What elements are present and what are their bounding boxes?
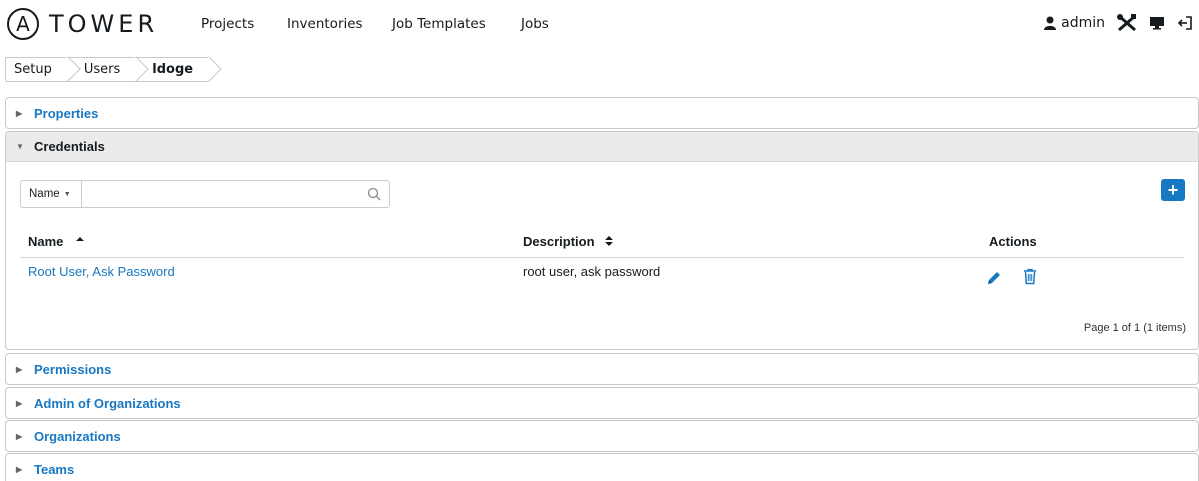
credentials-header[interactable]: ▼ Credentials	[6, 132, 1198, 162]
breadcrumb: Setup Users ldoge	[5, 57, 210, 82]
organizations-header[interactable]: ▶ Organizations	[6, 421, 1198, 451]
section-title: Teams	[34, 461, 75, 477]
logo-text: TOWER	[49, 10, 159, 38]
section-permissions: ▶ Permissions	[5, 353, 1199, 385]
properties-header[interactable]: ▶ Properties	[6, 98, 1198, 128]
search-input[interactable]	[82, 181, 389, 207]
section-teams: ▶ Teams	[5, 453, 1199, 481]
column-description-label: Description	[523, 234, 595, 249]
person-icon	[1044, 16, 1057, 30]
column-actions-label: Actions	[989, 234, 1037, 249]
credential-search: Name ▼	[20, 180, 390, 208]
edit-pencil-icon[interactable]	[986, 270, 1002, 286]
sort-icon	[605, 236, 614, 246]
logo-mark-icon: A	[7, 8, 39, 40]
section-title: Permissions	[34, 361, 112, 377]
breadcrumb-setup[interactable]: Setup	[5, 57, 68, 82]
search-input-wrap	[82, 180, 390, 208]
search-field-label: Name	[29, 188, 60, 200]
sort-ascending-icon	[76, 237, 85, 241]
nav-inventories[interactable]: Inventories	[287, 16, 363, 32]
breadcrumb-label: Setup	[14, 62, 52, 77]
caret-right-icon: ▶	[16, 108, 23, 118]
search-icon[interactable]	[367, 187, 381, 201]
nav-jobs[interactable]: Jobs	[521, 16, 549, 32]
user-menu[interactable]: admin	[1044, 15, 1105, 31]
caret-right-icon: ▶	[16, 364, 23, 374]
top-navbar: A TOWER Projects Inventories Job Templat…	[0, 0, 1199, 50]
section-title: Organizations	[34, 428, 121, 444]
chevron-down-icon: ▼	[63, 190, 71, 198]
nav-job-templates[interactable]: Job Templates	[392, 16, 486, 32]
permissions-header[interactable]: ▶ Permissions	[6, 354, 1198, 384]
credential-description: root user, ask password	[523, 264, 661, 279]
tools-icon[interactable]	[1117, 14, 1137, 32]
trash-icon[interactable]	[1023, 268, 1037, 285]
breadcrumb-label: Users	[83, 62, 121, 77]
column-name-label: Name	[28, 234, 64, 249]
section-credentials: ▼ Credentials Name ▼ + Name Description …	[5, 131, 1199, 350]
teams-header[interactable]: ▶ Teams	[6, 454, 1198, 481]
section-title: Admin of Organizations	[34, 395, 181, 411]
caret-right-icon: ▶	[16, 431, 23, 441]
pagination-info: Page 1 of 1 (1 items)	[1083, 322, 1186, 334]
column-actions-header: Actions	[989, 234, 1037, 249]
credential-name-link[interactable]: Root User, Ask Password	[28, 264, 175, 279]
section-title: Credentials	[34, 139, 105, 154]
column-name-header[interactable]: Name	[28, 234, 85, 249]
search-field-dropdown[interactable]: Name ▼	[20, 180, 82, 208]
breadcrumb-label: ldoge	[152, 62, 194, 77]
add-credential-button[interactable]: +	[1161, 179, 1185, 201]
username: admin	[1061, 15, 1105, 31]
section-admin-of-organizations: ▶ Admin of Organizations	[5, 387, 1199, 419]
caret-right-icon: ▶	[16, 398, 23, 408]
table-header-divider	[20, 257, 1184, 258]
section-properties: ▶ Properties	[5, 97, 1199, 129]
caret-down-icon: ▼	[16, 142, 24, 151]
monitor-icon[interactable]	[1149, 16, 1165, 30]
nav-projects[interactable]: Projects	[201, 16, 254, 32]
column-description-header[interactable]: Description	[523, 234, 614, 249]
section-organizations: ▶ Organizations	[5, 420, 1199, 452]
logout-icon[interactable]	[1177, 15, 1193, 31]
caret-right-icon: ▶	[16, 464, 23, 474]
admin-orgs-header[interactable]: ▶ Admin of Organizations	[6, 388, 1198, 418]
section-title: Properties	[34, 105, 99, 121]
navbar-right: admin	[1044, 14, 1193, 32]
tower-logo[interactable]: A TOWER	[7, 8, 158, 40]
